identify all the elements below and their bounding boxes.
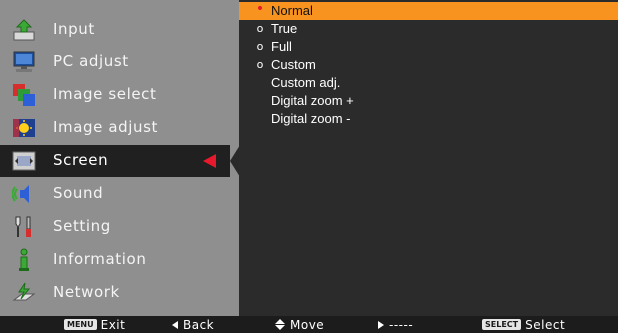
main-menu: Input PC adjust Image select Image adjus… [0,0,240,316]
option-label: True [271,21,298,36]
menu-item-pc-adjust[interactable]: PC adjust [0,46,230,78]
radio-icon: o [256,40,264,53]
right-arrow-icon [378,320,384,329]
left-arrow-icon [172,320,178,329]
guide-next: ----- [378,317,413,332]
menu-item-image-select[interactable]: Image select [0,79,230,111]
guide-exit: MENU Exit [64,317,125,332]
guide-next-label: ----- [389,317,414,332]
selection-pointer-icon [203,154,216,168]
option-label: Custom [271,57,316,72]
screen-icon [12,149,36,173]
selected-dot-icon: • [255,1,265,17]
menu-item-label: Information [53,250,147,268]
option-label: Digital zoom - [271,111,351,126]
menu-item-label: Network [53,283,120,301]
setting-icon [12,215,36,239]
menu-item-information[interactable]: Information [0,244,230,276]
menu-item-screen[interactable]: Screen [0,145,230,177]
information-icon [12,248,36,272]
option-label: Custom adj. [271,75,341,90]
option-full[interactable]: o Full [239,38,618,56]
menu-item-label: Screen [53,151,109,169]
sound-icon [11,182,36,206]
option-custom[interactable]: o Custom [239,56,618,74]
guide-exit-label: Exit [100,317,126,332]
image-adjust-icon [12,116,36,140]
radio-icon: o [256,58,264,71]
menu-item-sound[interactable]: Sound [0,178,230,210]
menu-item-label: PC adjust [53,52,129,70]
menu-item-label: Image adjust [53,118,159,136]
menu-item-label: Setting [53,217,111,235]
input-icon [12,18,36,42]
menu-item-input[interactable]: Input [0,14,230,46]
option-label: Digital zoom + [271,93,354,108]
option-custom-adj[interactable]: Custom adj. [239,74,618,92]
option-true[interactable]: o True [239,20,618,38]
option-normal[interactable]: • Normal [239,1,618,20]
option-label: Full [271,39,292,54]
up-down-arrow-icon [275,319,285,330]
projector-osd-screen: Input PC adjust Image select Image adjus… [0,0,618,333]
menu-item-label: Image select [53,85,157,103]
menu-item-network[interactable]: Network [0,277,230,309]
network-icon [12,281,36,305]
button-guide-bar: MENU Exit Back Move ----- SELECT Select [0,316,618,333]
menu-item-image-adjust[interactable]: Image adjust [0,112,230,144]
screen-submenu-panel: • Normal o True o Full o Custom Custom a… [239,0,618,316]
guide-select: SELECT Select [482,317,565,332]
pc-adjust-icon [12,50,36,74]
guide-back-label: Back [183,317,215,332]
menu-item-setting[interactable]: Setting [0,211,230,243]
option-digital-zoom-minus[interactable]: Digital zoom - [239,110,618,128]
guide-move: Move [275,317,324,332]
guide-back: Back [172,317,214,332]
menu-item-label: Sound [53,184,104,202]
menu-key-icon: MENU [64,319,97,330]
guide-select-label: Select [525,317,566,332]
option-label: Normal [271,3,313,18]
guide-move-label: Move [290,317,325,332]
option-digital-zoom-plus[interactable]: Digital zoom + [239,92,618,110]
select-key-icon: SELECT [482,319,522,330]
image-select-icon [12,83,36,107]
menu-item-label: Input [53,20,95,38]
radio-icon: o [256,22,264,35]
